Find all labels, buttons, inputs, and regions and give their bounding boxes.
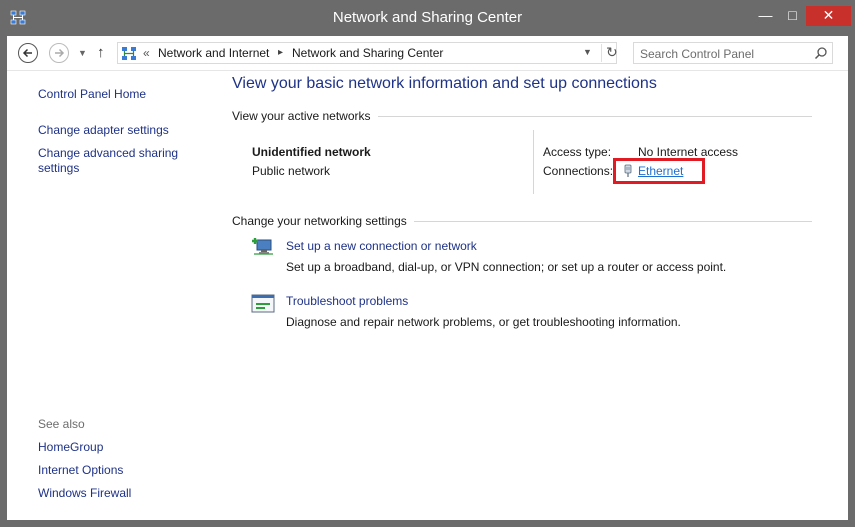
search-icon[interactable]	[814, 46, 828, 60]
highlight-box	[613, 158, 705, 184]
breadcrumb-overflow[interactable]: «	[143, 46, 150, 60]
minimize-button[interactable]: —	[752, 6, 779, 26]
up-arrow-button[interactable]: ↑	[97, 44, 105, 61]
network-type: Public network	[252, 164, 331, 178]
access-type-label: Access type:	[543, 145, 612, 159]
sidebar-item-change-advanced-sharing-cont[interactable]: settings	[38, 161, 79, 175]
refresh-icon[interactable]: ↻	[601, 44, 622, 62]
breadcrumb-network-and-sharing-center[interactable]: Network and Sharing Center	[292, 46, 443, 60]
setup-new-connection-link[interactable]: Set up a new connection or network	[286, 239, 477, 253]
page-title: View your basic network information and …	[232, 75, 657, 92]
breadcrumb-chevron-icon[interactable]: ▸	[278, 47, 283, 58]
forward-button[interactable]	[49, 43, 69, 63]
network-info-divider	[533, 130, 534, 194]
sidebar-item-control-panel-home[interactable]: Control Panel Home	[38, 87, 146, 101]
search-input[interactable]	[634, 43, 812, 65]
connections-label: Connections:	[543, 164, 614, 178]
recent-locations-dropdown-icon[interactable]: ▼	[78, 48, 87, 58]
sidebar-item-change-advanced-sharing[interactable]: Change advanced sharing	[38, 146, 178, 160]
network-name: Unidentified network	[252, 145, 371, 159]
maximize-button[interactable]: □	[779, 6, 806, 26]
new-connection-icon	[252, 238, 273, 255]
navigation-toolbar: ▼ ↑ « Network and Internet ▸ Network and…	[7, 36, 848, 71]
back-arrow-icon	[22, 48, 32, 58]
see-also-homegroup[interactable]: HomeGroup	[38, 440, 103, 454]
window: Network and Sharing Center — □ ✕ ▼ ↑ « N…	[0, 0, 855, 527]
address-bar[interactable]: « Network and Internet ▸ Network and Sha…	[117, 42, 618, 64]
title-bar[interactable]: Network and Sharing Center — □ ✕	[0, 0, 855, 36]
address-dropdown-icon[interactable]: ▼	[583, 47, 592, 57]
access-type-value: No Internet access	[638, 145, 739, 159]
setup-new-connection-description: Set up a broadband, dial-up, or VPN conn…	[286, 260, 727, 274]
back-button[interactable]	[18, 43, 38, 63]
active-networks-heading: View your active networks	[232, 109, 371, 123]
network-location-icon	[122, 47, 136, 60]
troubleshoot-problems-link[interactable]: Troubleshoot problems	[286, 294, 408, 308]
search-box[interactable]	[633, 42, 833, 65]
window-title: Network and Sharing Center	[332, 9, 523, 26]
sidebar-item-change-adapter-settings[interactable]: Change adapter settings	[38, 123, 169, 137]
window-client-area: ▼ ↑ « Network and Internet ▸ Network and…	[7, 36, 848, 520]
see-also-internet-options[interactable]: Internet Options	[38, 463, 123, 477]
section-divider	[414, 221, 812, 222]
breadcrumb-network-and-internet[interactable]: Network and Internet	[158, 46, 269, 60]
troubleshoot-problems-description: Diagnose and repair network problems, or…	[286, 315, 681, 329]
close-button[interactable]: ✕	[806, 6, 851, 26]
see-also-windows-firewall[interactable]: Windows Firewall	[38, 486, 131, 500]
troubleshoot-icon	[251, 294, 275, 313]
forward-arrow-icon	[55, 48, 65, 58]
section-divider	[378, 116, 812, 117]
change-settings-heading: Change your networking settings	[232, 214, 407, 228]
see-also-heading: See also	[38, 417, 85, 431]
